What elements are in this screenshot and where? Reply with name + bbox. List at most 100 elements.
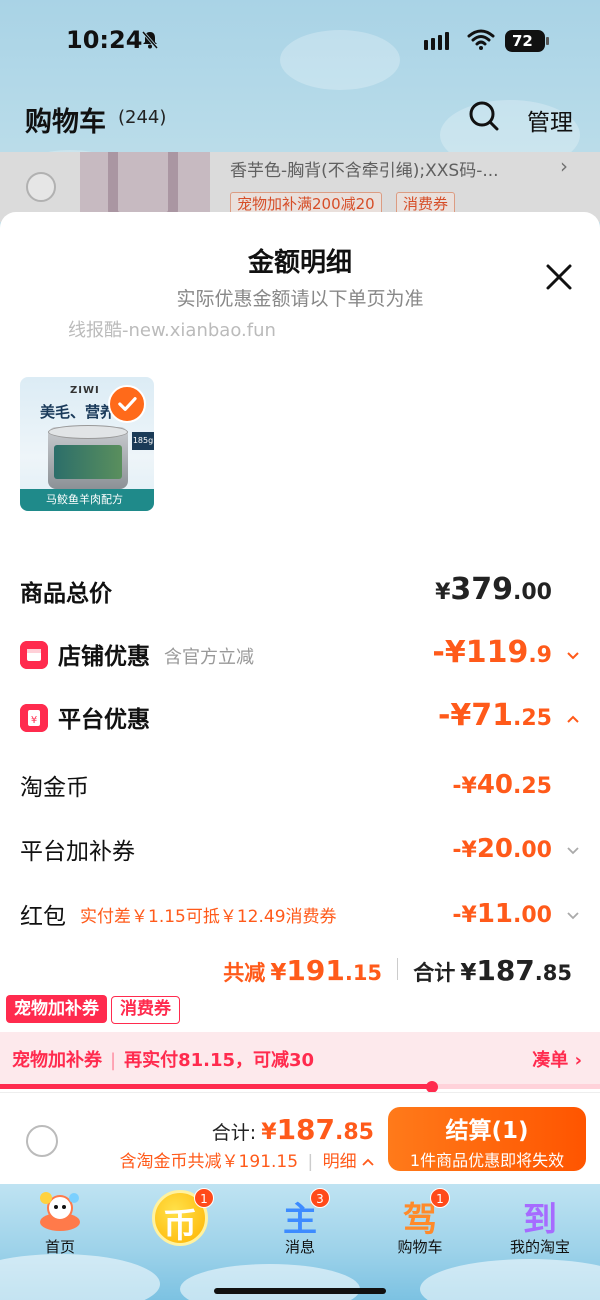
cart-count: (244) (118, 107, 167, 128)
value-decimal: .00 (513, 580, 552, 605)
promo-detail: 再实付81.15，可减30 (124, 1050, 315, 1071)
tab-label: 消息 (284, 1238, 315, 1256)
can-label (54, 445, 122, 479)
divider (397, 958, 399, 980)
checkout-bar: 合计: ¥187.85 含淘金币共减￥191.15 | 明细 结算(1) 1件商… (0, 1092, 600, 1184)
value-decimal: .25 (513, 706, 552, 731)
shop-discount-row[interactable]: 店铺优惠 含官方立减 -¥119.9 (20, 635, 580, 677)
promo-divider: | (110, 1050, 117, 1071)
bottom-total-decimal: .85 (335, 1120, 374, 1145)
price-detail-sheet: 金额明细 实际优惠金额请以下单页为准 线报酷-new.xianbao.fun Z… (0, 212, 600, 1184)
page-title: 购物车 (25, 107, 106, 138)
shop-icon (20, 641, 48, 669)
consumer-coupon-pill[interactable]: 消费券 (111, 996, 180, 1024)
tab-messages[interactable]: 主 3 消息 (240, 1184, 360, 1300)
value-prefix: -¥ (452, 838, 477, 863)
saved-decimal: .15 (344, 961, 383, 985)
subtotal-row: 商品总价 ¥379.00 (20, 572, 580, 614)
promo-text: 宠物加补券 | 再实付81.15，可减30 (12, 1046, 314, 1072)
total-decimal: .85 (534, 961, 572, 985)
svg-text:¥: ¥ (31, 715, 37, 726)
value-integer: 40 (476, 770, 514, 800)
shop-discount-value: -¥119.9 (432, 635, 552, 670)
add-items-button[interactable]: 凑单 › (532, 1046, 582, 1072)
sheet-subtitle: 实际优惠金额请以下单页为准 (176, 288, 424, 310)
platform-icon: ¥ (20, 704, 48, 732)
coins-label: 淘金币 (20, 775, 89, 801)
total-currency: ¥ (460, 960, 477, 986)
product-weight: 185g (132, 432, 154, 450)
chevron-up-icon[interactable] (566, 712, 580, 726)
select-all-radio[interactable] (26, 1125, 58, 1157)
chevron-down-icon[interactable] (566, 909, 580, 923)
sheet-title: 金额明细 (247, 248, 352, 278)
tab-label: 购物车 (397, 1238, 443, 1256)
saved-label: 共减 (223, 961, 266, 985)
platform-discount-row[interactable]: ¥ 平台优惠 -¥71.25 (20, 698, 580, 740)
subtotal-value: ¥379.00 (435, 572, 552, 607)
value-prefix: -¥ (432, 635, 466, 670)
coupon-pills: 宠物加补券 消费券 (6, 995, 184, 1024)
can-lid (48, 425, 128, 439)
status-time: 10:24 (66, 26, 143, 54)
bottom-total-integer: 187 (276, 1113, 336, 1146)
value-prefix: -¥ (452, 903, 477, 928)
manage-button[interactable]: 管理 (527, 103, 573, 137)
promo-strip[interactable]: 宠物加补券 | 再实付81.15，可减30 凑单 › (0, 1032, 600, 1086)
home-indicator (214, 1288, 386, 1294)
value-integer: 11 (476, 899, 514, 929)
value-decimal: .00 (513, 838, 552, 863)
coin-savings-note: 含淘金币共减￥191.15 (119, 1152, 299, 1172)
tab-cart[interactable]: 驾 1 购物车 (360, 1184, 480, 1300)
bottom-note[interactable]: 含淘金币共减￥191.15 | 明细 (120, 1147, 374, 1172)
chevron-right-icon: › (574, 1050, 582, 1071)
red-packet-value: -¥11.00 (452, 899, 552, 929)
platform-discount-label: 平台优惠 (58, 707, 150, 733)
tab-my-taobao[interactable]: 到 我的淘宝 (480, 1184, 600, 1300)
subtotal-label: 商品总价 (20, 581, 112, 607)
check-icon (108, 385, 146, 423)
value-integer: 71 (471, 698, 514, 733)
cart-header: 购物车 (244) 管理 (0, 95, 600, 145)
notification-badge: 1 (194, 1188, 214, 1208)
value-integer: 20 (476, 834, 514, 864)
coin-glyph: 币 (163, 1206, 197, 1246)
value-integer: 119 (465, 635, 529, 670)
battery-indicator: 72 (505, 30, 549, 52)
coupon-value: -¥20.00 (452, 834, 552, 864)
coupon-row[interactable]: 平台加补券 -¥20.00 (20, 832, 580, 872)
divider: | (307, 1152, 314, 1172)
chevron-up-icon[interactable] (362, 1157, 374, 1167)
bell-muted-icon (141, 31, 159, 49)
notification-badge: 1 (430, 1188, 450, 1208)
coins-row: 淘金币 -¥40.25 (20, 768, 580, 808)
tab-label: 我的淘宝 (509, 1238, 570, 1256)
bottom-total-label: 合计: (211, 1122, 257, 1144)
search-icon[interactable] (468, 100, 500, 132)
platform-discount-value: -¥71.25 (438, 698, 552, 733)
coupon-label: 平台加补券 (20, 839, 135, 865)
close-icon[interactable] (544, 262, 574, 292)
saved-integer: 191 (286, 954, 345, 987)
tab-coins[interactable]: 币 1 (120, 1184, 240, 1300)
chevron-down-icon[interactable] (566, 649, 580, 663)
total-label: 合计 (413, 961, 456, 985)
pet-coupon-pill[interactable]: 宠物加补券 (6, 995, 107, 1023)
total-integer: 187 (476, 954, 535, 987)
detail-toggle[interactable]: 明细 (323, 1152, 357, 1172)
progress-fill (0, 1084, 432, 1089)
messages-icon: 主 (283, 1200, 317, 1240)
currency-symbol: ¥ (435, 580, 451, 605)
chevron-down-icon[interactable] (566, 844, 580, 858)
checkout-button[interactable]: 结算(1) 1件商品优惠即将失效 (388, 1107, 586, 1171)
tab-home[interactable]: 首页 (0, 1184, 120, 1300)
red-packet-label: 红包 (20, 904, 66, 930)
red-packet-row[interactable]: 红包 实付差￥1.15可抵￥12.49消费券 -¥11.00 (20, 897, 580, 937)
bottom-total: 合计: ¥187.85 (212, 1113, 374, 1146)
cart-icon: 驾 (403, 1200, 437, 1240)
checkout-label: 结算(1) (445, 1118, 529, 1144)
saved-currency: ¥ (270, 960, 287, 986)
value-integer: 379 (450, 572, 514, 607)
notification-badge: 3 (310, 1188, 330, 1208)
coins-value: -¥40.25 (452, 770, 552, 800)
